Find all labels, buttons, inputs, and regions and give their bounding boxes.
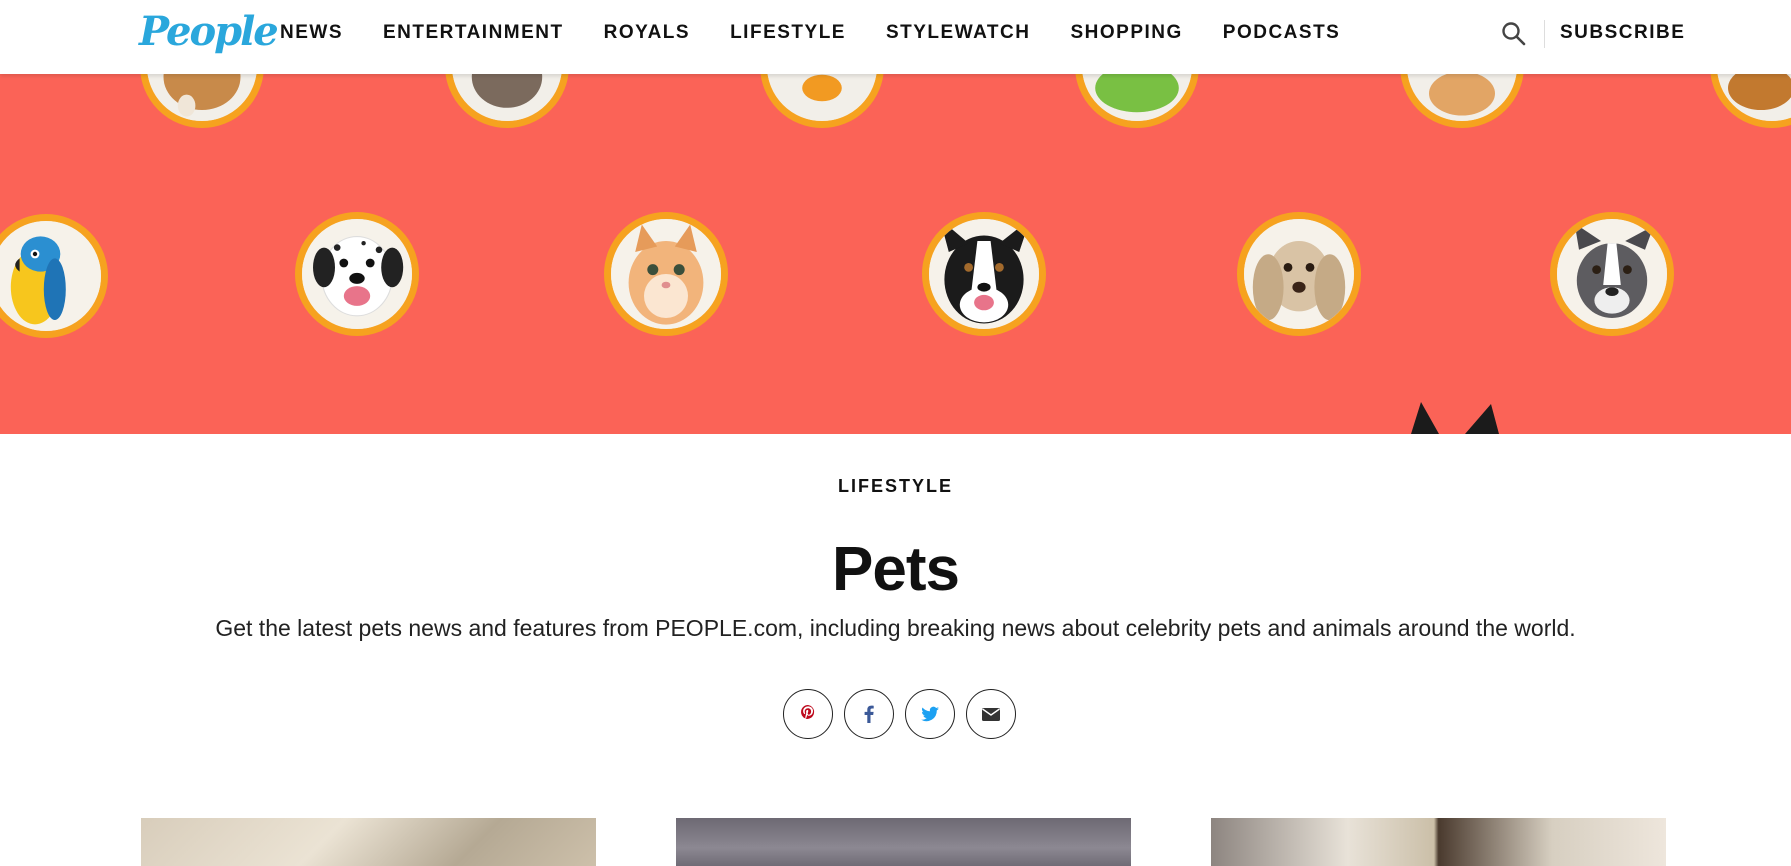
header-divider xyxy=(1544,20,1545,48)
dog2-avatar-top xyxy=(1710,74,1791,128)
share-bar xyxy=(783,689,1016,739)
email-icon xyxy=(982,708,1000,721)
bird-avatar-top xyxy=(1075,74,1199,128)
nav-entertainment[interactable]: ENTERTAINMENT xyxy=(383,22,564,44)
nav-podcasts[interactable]: PODCASTS xyxy=(1223,22,1341,44)
parrot-avatar xyxy=(0,214,108,338)
pinterest-icon xyxy=(800,705,815,719)
cat-avatar-top xyxy=(445,74,569,128)
page-description: Get the latest pets news and features fr… xyxy=(215,615,1576,641)
dog-avatar-top xyxy=(140,74,264,128)
article-card-3[interactable] xyxy=(1211,818,1666,866)
nav-shopping[interactable]: SHOPPING xyxy=(1070,22,1182,44)
twitter-icon xyxy=(921,706,939,722)
kitten-avatar xyxy=(604,212,728,336)
hero-banner xyxy=(0,74,1791,434)
pit-bull-avatar xyxy=(1550,212,1674,336)
pinterest-share-button[interactable] xyxy=(783,689,833,739)
fish-avatar-top xyxy=(760,74,884,128)
facebook-icon xyxy=(864,705,874,723)
nav-royals[interactable]: ROYALS xyxy=(604,22,690,44)
category-link[interactable]: LIFESTYLE xyxy=(0,476,1791,497)
border-collie-avatar xyxy=(922,212,1046,336)
article-card-1[interactable] xyxy=(141,818,596,866)
nav-stylewatch[interactable]: STYLEWATCH xyxy=(886,22,1030,44)
site-header: People NEWS ENTERTAINMENT ROYALS LIFESTY… xyxy=(0,0,1791,74)
nav-news[interactable]: NEWS xyxy=(280,22,343,44)
page-title: Pets xyxy=(832,535,960,604)
dalmatian-avatar xyxy=(295,212,419,336)
main-nav: NEWS ENTERTAINMENT ROYALS LIFESTYLE STYL… xyxy=(280,22,1380,44)
cocker-spaniel-avatar xyxy=(1237,212,1361,336)
twitter-share-button[interactable] xyxy=(905,689,955,739)
facebook-share-button[interactable] xyxy=(844,689,894,739)
cat2-avatar-top xyxy=(1400,74,1524,128)
subscribe-link[interactable]: SUBSCRIBE xyxy=(1560,22,1685,44)
people-logo[interactable]: People xyxy=(139,8,279,55)
search-icon[interactable] xyxy=(1500,20,1528,48)
article-cards xyxy=(141,818,1666,866)
email-share-button[interactable] xyxy=(966,689,1016,739)
article-card-2[interactable] xyxy=(676,818,1131,866)
dog-ears-bottom xyxy=(1411,402,1499,434)
nav-lifestyle[interactable]: LIFESTYLE xyxy=(730,22,846,44)
